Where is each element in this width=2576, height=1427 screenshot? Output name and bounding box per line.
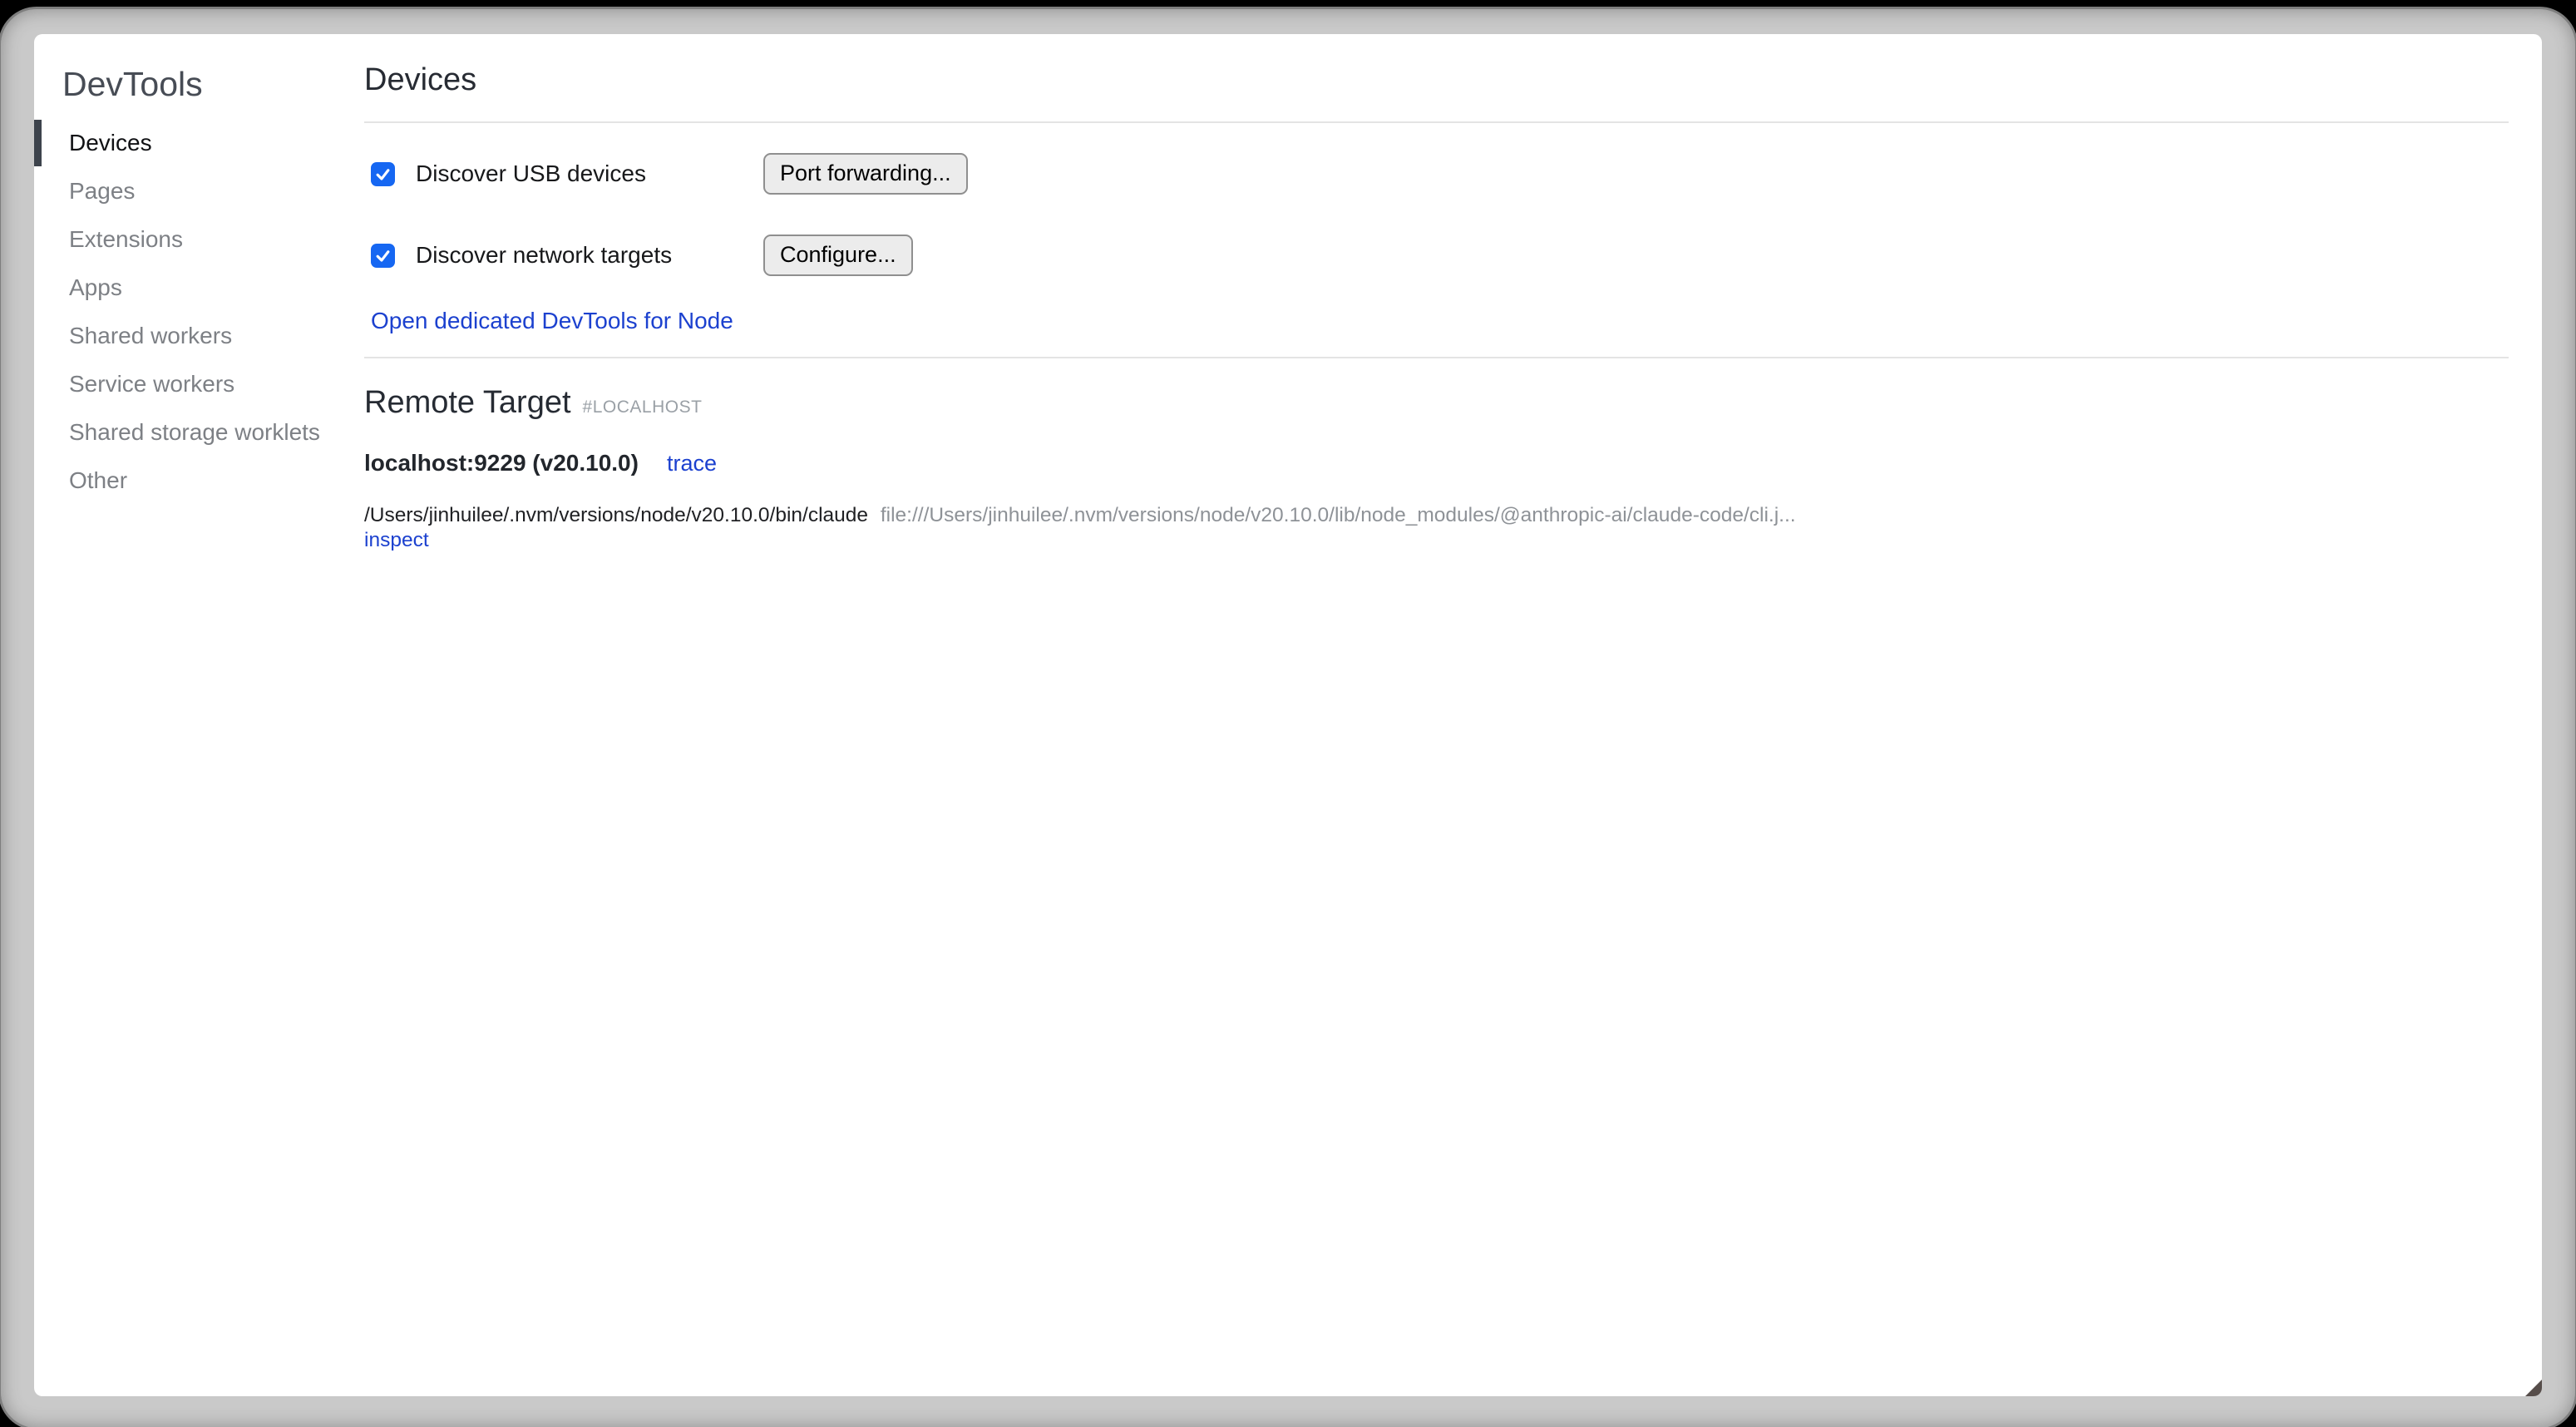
target-path-line: /Users/jinhuilee/.nvm/versions/node/v20.… xyxy=(364,503,2509,528)
target-name: localhost:9229 (v20.10.0) xyxy=(364,450,639,476)
sidebar-item-shared-workers[interactable]: Shared workers xyxy=(34,312,364,360)
app-title: DevTools xyxy=(62,64,364,104)
divider xyxy=(364,121,2509,123)
sidebar-item-service-workers[interactable]: Service workers xyxy=(34,360,364,408)
sidebar-item-devices[interactable]: Devices xyxy=(34,119,364,167)
discover-usb-row: Discover USB devices Port forwarding... xyxy=(371,153,2509,195)
sidebar-item-pages[interactable]: Pages xyxy=(34,167,364,215)
remote-target-title: Remote Target xyxy=(364,383,571,422)
file-url: file:///Users/jinhuilee/.nvm/versions/no… xyxy=(881,504,1796,526)
main-panel: Devices Discover USB devices Port forwar… xyxy=(364,34,2542,1396)
discover-network-label: Discover network targets xyxy=(416,242,763,269)
process-path: /Users/jinhuilee/.nvm/versions/node/v20.… xyxy=(364,504,868,526)
desktop-background: DevTools Devices Pages Extensions Apps S… xyxy=(0,0,2576,1427)
discover-network-checkbox[interactable] xyxy=(371,244,395,268)
discover-usb-checkbox[interactable] xyxy=(371,162,395,186)
inspect-devices-page: DevTools Devices Pages Extensions Apps S… xyxy=(34,34,2542,1396)
remote-target-header: Remote Target #LOCALHOST xyxy=(364,383,2509,422)
discover-usb-label: Discover USB devices xyxy=(416,160,763,187)
checkmark-icon xyxy=(375,166,391,182)
sidebar-item-other[interactable]: Other xyxy=(34,457,364,505)
trace-link[interactable]: trace xyxy=(667,451,717,476)
sidebar-item-shared-storage-worklets[interactable]: Shared storage worklets xyxy=(34,408,364,457)
discover-network-row: Discover network targets Configure... xyxy=(371,235,2509,276)
sidebar: DevTools Devices Pages Extensions Apps S… xyxy=(34,34,364,1396)
configure-button[interactable]: Configure... xyxy=(763,235,913,276)
sidebar-item-extensions[interactable]: Extensions xyxy=(34,215,364,264)
page-title: Devices xyxy=(364,61,2509,99)
target-line: localhost:9229 (v20.10.0) trace xyxy=(364,450,2509,476)
resize-grip-icon[interactable] xyxy=(2525,1380,2542,1396)
inspect-link[interactable]: inspect xyxy=(364,529,429,552)
sidebar-item-apps[interactable]: Apps xyxy=(34,264,364,312)
sidebar-nav: Devices Pages Extensions Apps Shared wor… xyxy=(34,119,364,505)
open-node-devtools-link[interactable]: Open dedicated DevTools for Node xyxy=(371,308,733,334)
devtools-window: DevTools Devices Pages Extensions Apps S… xyxy=(0,7,2576,1427)
port-forwarding-button[interactable]: Port forwarding... xyxy=(763,153,968,195)
checkmark-icon xyxy=(375,248,391,264)
divider xyxy=(364,357,2509,358)
remote-target-tag: #LOCALHOST xyxy=(583,397,703,417)
